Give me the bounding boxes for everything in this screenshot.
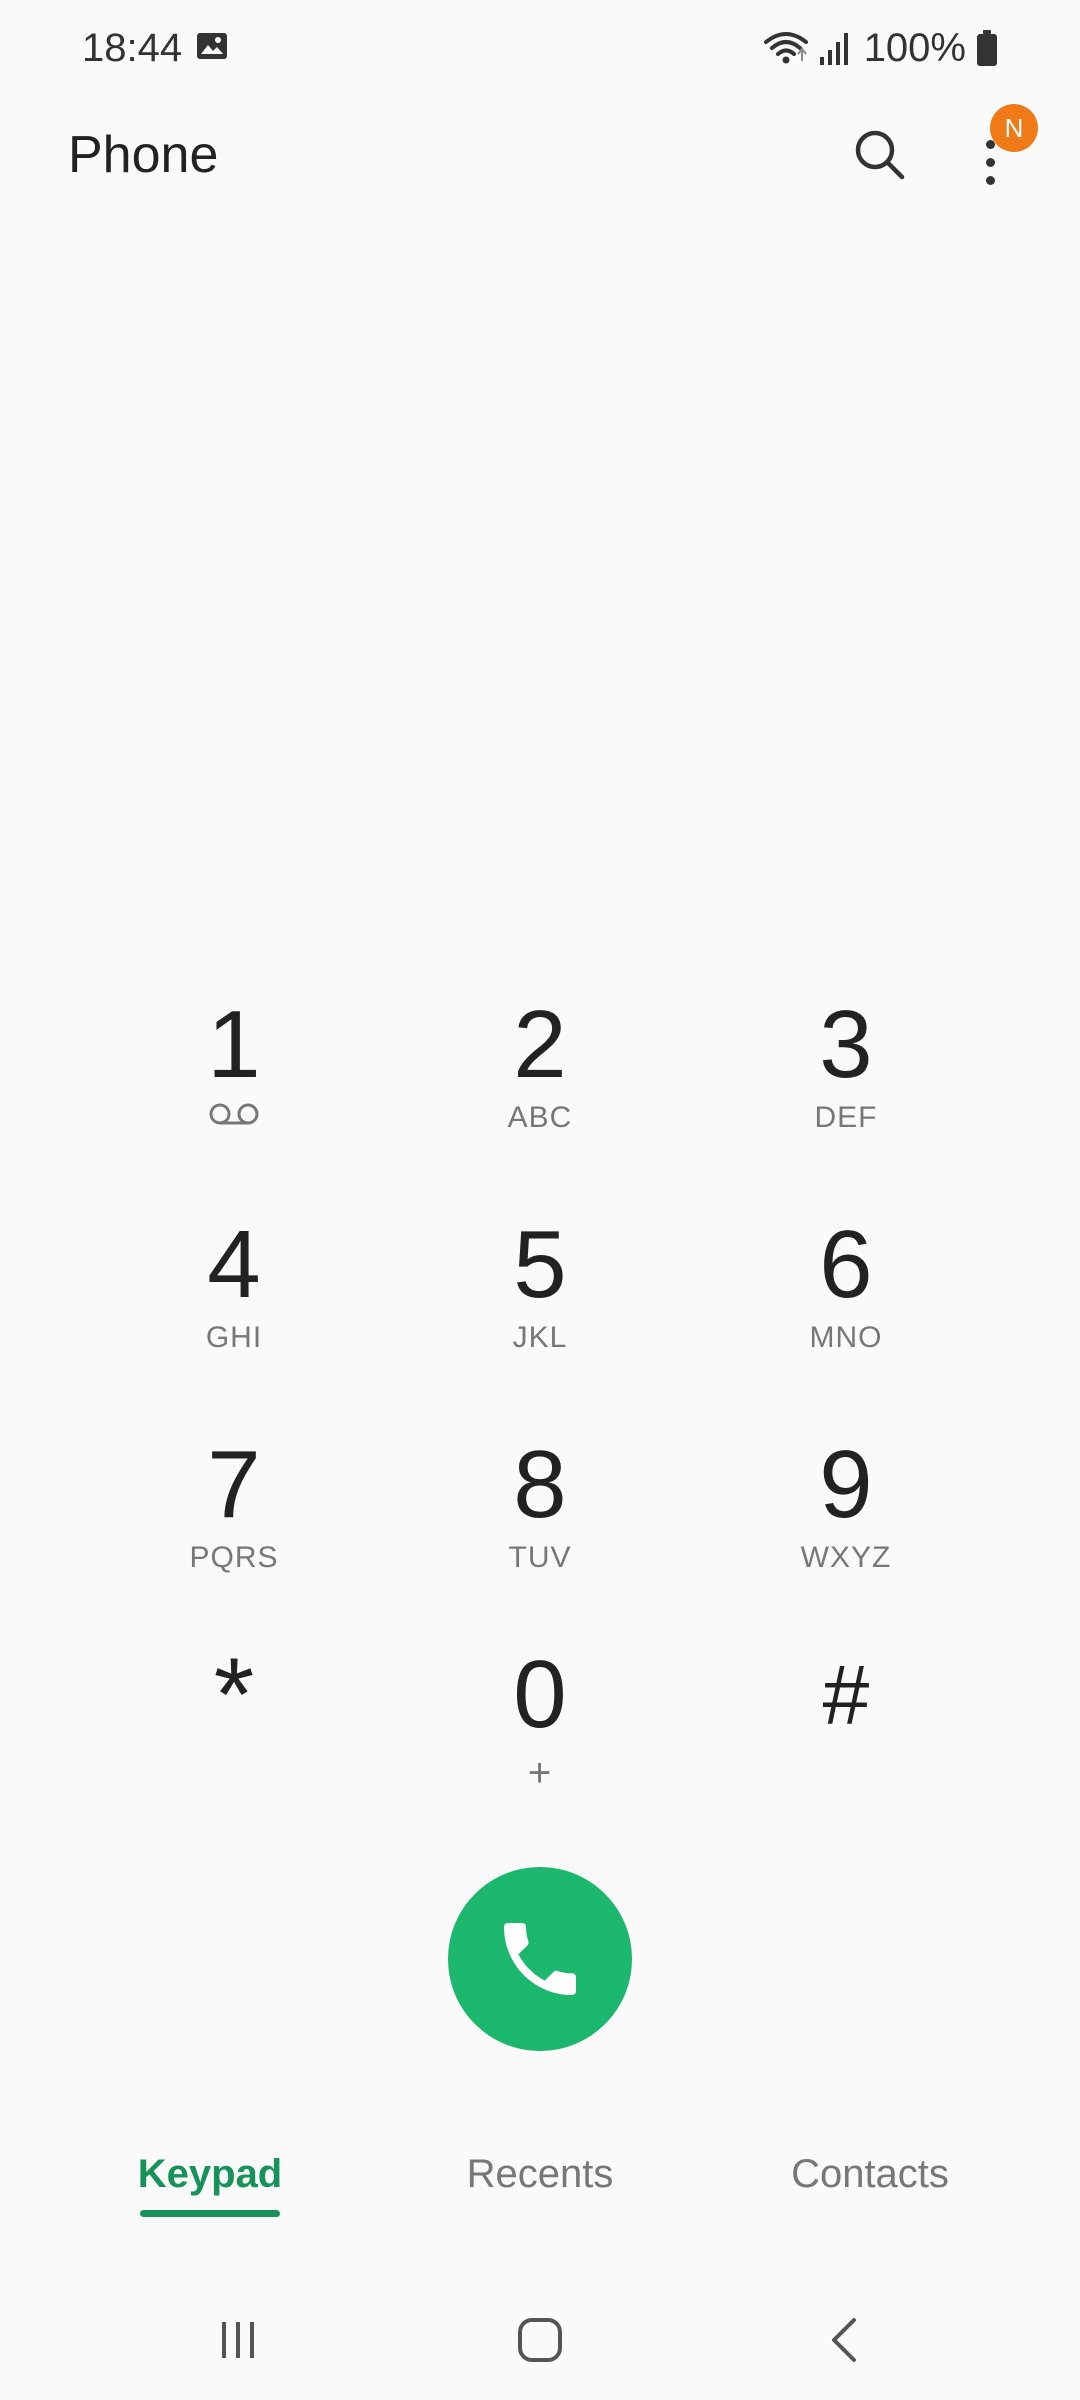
key-2[interactable]: 2 ABC	[420, 990, 660, 1190]
status-bar: 18:44 100%	[0, 0, 1080, 96]
key-hash[interactable]: #	[726, 1640, 966, 1840]
key-digit: 4	[207, 1211, 261, 1318]
key-4[interactable]: 4 GHI	[114, 1210, 354, 1410]
home-button[interactable]	[480, 2300, 600, 2380]
signal-icon	[819, 33, 848, 65]
back-icon	[832, 2318, 856, 2362]
voicemail-icon	[209, 1103, 259, 1125]
key-digit: 2	[513, 991, 567, 1098]
key-digit: 1	[207, 991, 261, 1098]
status-time: 18:44	[82, 26, 183, 70]
battery-percent: 100%	[863, 26, 966, 70]
key-8[interactable]: 8 TUV	[420, 1430, 660, 1630]
home-icon	[518, 2318, 562, 2362]
tab-keypad[interactable]: Keypad	[110, 2140, 310, 2240]
recent-apps-icon	[222, 2322, 254, 2358]
key-0[interactable]: 0 +	[420, 1640, 660, 1840]
key-6[interactable]: 6 MNO	[726, 1210, 966, 1410]
page-title: Phone	[68, 126, 219, 184]
back-button[interactable]	[784, 2300, 904, 2380]
key-letters: JKL	[512, 1321, 568, 1354]
key-letters: ABC	[507, 1101, 573, 1134]
key-letters: WXYZ	[800, 1541, 892, 1574]
key-letters: DEF	[814, 1101, 878, 1134]
status-right-icons: 100%	[763, 22, 998, 74]
search-icon	[855, 130, 905, 180]
more-vertical-icon	[986, 140, 996, 192]
key-letters: +	[527, 1751, 553, 1795]
active-tab-indicator	[140, 2210, 280, 2217]
key-digit: 0	[513, 1641, 567, 1748]
bottom-tabs: Keypad Recents Contacts	[0, 2140, 1080, 2240]
key-1[interactable]: 1	[114, 990, 354, 1190]
battery-icon	[977, 30, 997, 66]
key-letters: MNO	[809, 1321, 883, 1354]
key-letters: GHI	[205, 1321, 263, 1354]
key-digit: 9	[819, 1431, 873, 1538]
key-digit: 3	[819, 991, 873, 1098]
key-9[interactable]: 9 WXYZ	[726, 1430, 966, 1630]
phone-call-icon	[504, 1923, 576, 1995]
key-digit: #	[822, 1648, 870, 1742]
key-digit: *	[213, 1637, 255, 1753]
key-3[interactable]: 3 DEF	[726, 990, 966, 1190]
key-letters: TUV	[508, 1541, 572, 1574]
notification-badge: N	[990, 104, 1038, 152]
more-options-button[interactable]: N	[960, 104, 1038, 198]
call-button[interactable]	[448, 1867, 632, 2051]
key-digit: 5	[513, 1211, 567, 1318]
key-digit: 8	[513, 1431, 567, 1538]
gallery-icon	[197, 33, 227, 59]
key-letters: PQRS	[189, 1541, 279, 1574]
system-nav-bar	[0, 2280, 1080, 2400]
recent-apps-button[interactable]	[178, 2300, 298, 2380]
key-7[interactable]: 7 PQRS	[114, 1430, 354, 1630]
key-digit: 7	[207, 1431, 261, 1538]
tab-recents[interactable]: Recents	[430, 2140, 650, 2240]
phone-dialer-screen: 18:44 100% Phone N 1 2 ABC 3 DEF 4 GHI 5…	[0, 0, 1080, 2400]
key-digit: 6	[819, 1211, 873, 1318]
wifi-icon	[763, 32, 808, 64]
search-button[interactable]	[848, 120, 912, 190]
key-star[interactable]: *	[114, 1640, 354, 1840]
key-5[interactable]: 5 JKL	[420, 1210, 660, 1410]
tab-contacts[interactable]: Contacts	[760, 2140, 980, 2240]
